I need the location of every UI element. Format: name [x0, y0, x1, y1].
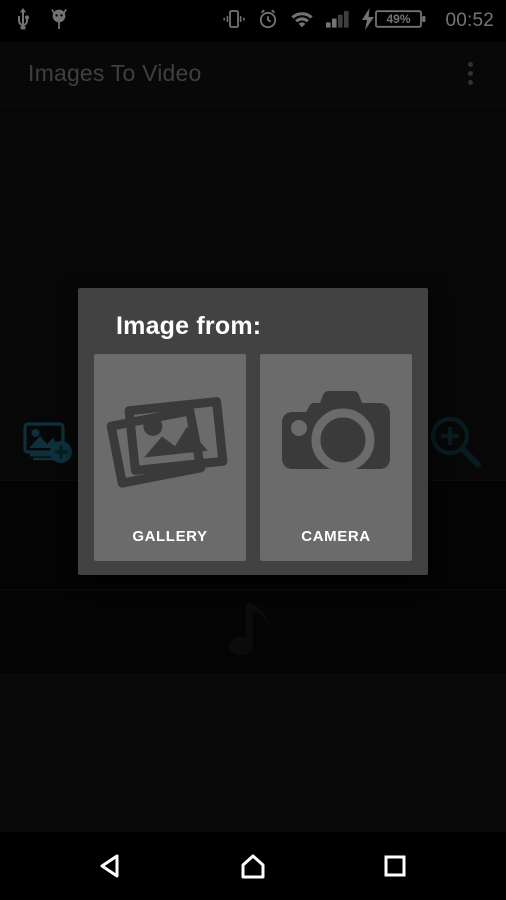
camera-icon — [272, 376, 400, 509]
nav-home-button[interactable] — [221, 841, 285, 891]
dialog-options: GALLERY CAMERA — [94, 354, 412, 561]
image-source-dialog: Image from: GALLERY CAMERA — [78, 288, 428, 575]
phone-screen: 49% 00:52 Images To Video — [0, 0, 506, 900]
nav-recents-button[interactable] — [363, 841, 427, 891]
gallery-option-button[interactable]: GALLERY — [94, 354, 246, 561]
back-triangle-icon — [100, 854, 119, 878]
gallery-photos-icon — [106, 376, 234, 509]
android-nav-bar — [0, 832, 506, 900]
gallery-option-label: GALLERY — [132, 528, 208, 545]
dialog-title: Image from: — [116, 312, 262, 340]
camera-option-button[interactable]: CAMERA — [260, 354, 412, 561]
recents-square-icon — [384, 855, 406, 877]
home-icon — [241, 854, 265, 879]
nav-back-button[interactable] — [79, 841, 143, 891]
camera-option-label: CAMERA — [301, 528, 371, 545]
